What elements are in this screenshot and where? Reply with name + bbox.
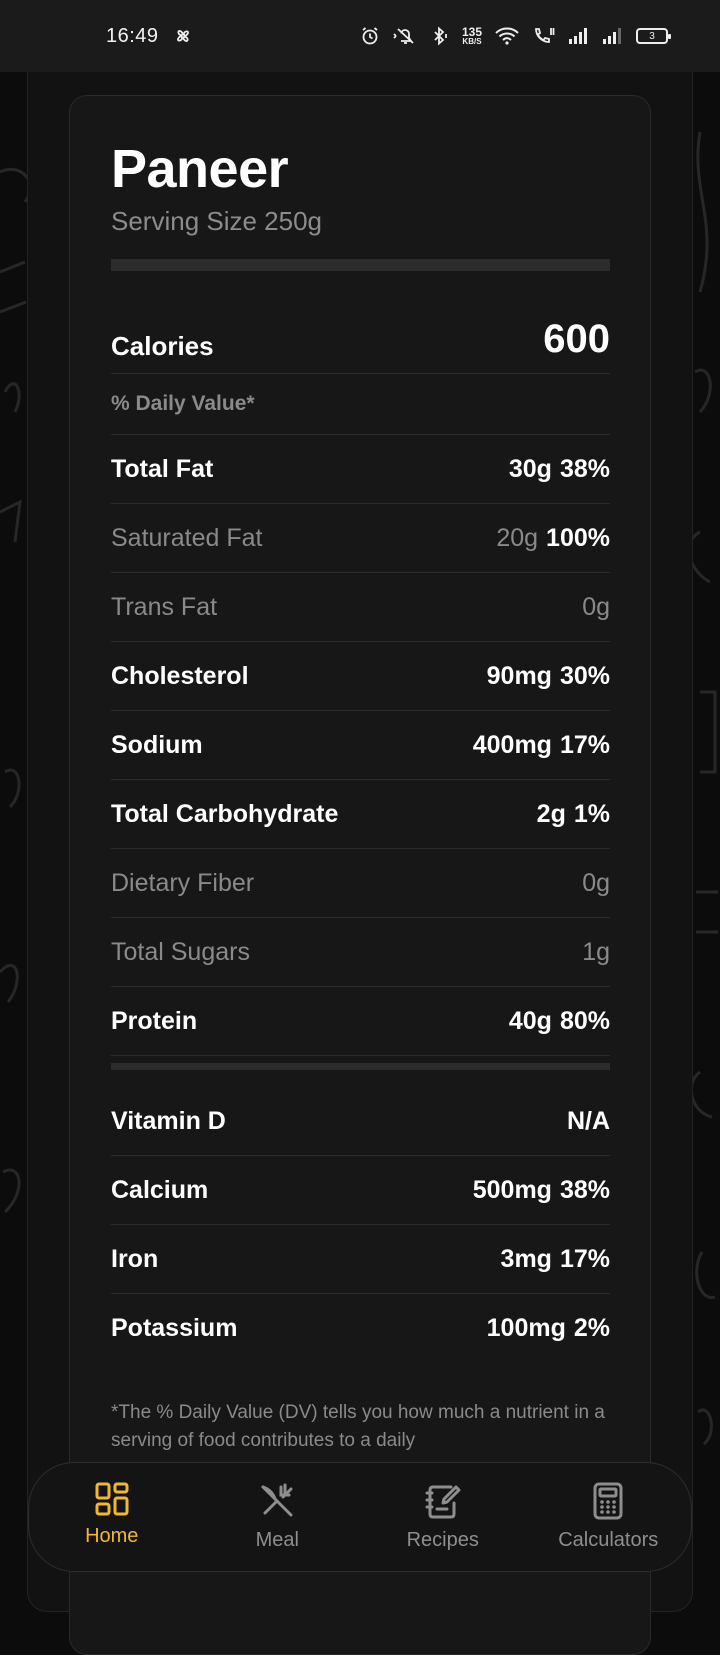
calories-label: Calories [111, 331, 214, 361]
status-bar: 16:49 135 KB/S 3 [0, 0, 720, 72]
vitamin-row-potassium: Potassium 100mg 2% [111, 1294, 610, 1363]
nutrient-label: Protein [111, 1006, 198, 1035]
vitamin-percent: 38% [559, 1175, 610, 1204]
nutrient-row-dietary-fiber: Dietary Fiber 0g [111, 849, 610, 918]
nutrient-label: Cholesterol [111, 661, 249, 690]
calories-value: 600 [543, 317, 610, 361]
nav-home-label: Home [85, 1525, 139, 1547]
vitamin-amount: N/A [566, 1106, 610, 1135]
section-divider [111, 1063, 610, 1070]
bluetooth-icon [430, 26, 450, 46]
mute-icon [392, 26, 418, 46]
nutrient-row-total-fat: Total Fat 30g 38% [111, 435, 610, 504]
alarm-icon [360, 26, 380, 46]
status-time: 16:49 [106, 24, 159, 47]
nutrient-amount: 20g [496, 523, 539, 552]
nutrient-list: Total Fat 30g 38% Saturated Fat 20g 100% T… [111, 435, 610, 1056]
vitamin-row-vitamin-d: Vitamin D N/A [111, 1087, 610, 1156]
nutrient-amount: 2g [536, 799, 566, 828]
nutrient-label: Saturated Fat [111, 523, 263, 552]
nav-recipes-label: Recipes [406, 1529, 479, 1551]
vitamin-list: Vitamin D N/A Calcium 500mg 38% Iron 3mg 1… [111, 1087, 610, 1363]
vitamin-amount: 500mg [472, 1175, 552, 1204]
vitamin-row-iron: Iron 3mg 17% [111, 1225, 610, 1294]
bottom-navigation: Home Meal Recipes Calculators [28, 1462, 692, 1572]
daily-value-header: % Daily Value* [111, 374, 610, 435]
vitamin-label: Calcium [111, 1175, 209, 1204]
nav-recipes[interactable]: Recipes [360, 1463, 526, 1571]
nutrient-amount: 0g [582, 592, 610, 621]
home-grid-icon [95, 1482, 129, 1516]
vitamin-amount: 100mg [486, 1314, 566, 1342]
nutrient-percent: 30% [559, 661, 610, 690]
vitamin-label: Potassium [111, 1314, 238, 1342]
nav-meal[interactable]: Meal [195, 1463, 361, 1571]
nutrient-label: Total Fat [111, 454, 214, 483]
nutrient-row-sodium: Sodium 400mg 17% [111, 711, 610, 780]
calculator-icon [593, 1482, 623, 1520]
fork-knife-icon [261, 1483, 293, 1517]
nutrition-facts-card: Paneer Serving Size 250g Calories 600 % … [69, 95, 651, 1655]
nutrient-amount: 0g [582, 868, 610, 897]
volte-call-icon [532, 26, 556, 46]
nutrient-label: Trans Fat [111, 592, 218, 621]
nutrient-row-total-sugars: Total Sugars 1g [111, 918, 610, 987]
nutrient-percent: 80% [559, 1006, 610, 1035]
nav-calculators-label: Calculators [558, 1529, 659, 1551]
net-speed: 135 KB/S [461, 25, 482, 46]
section-divider [111, 259, 610, 271]
nutrient-amount: 400mg [472, 730, 552, 759]
daily-value-footnote: *The % Daily Value (DV) tells you how mu… [111, 1402, 605, 1451]
nutrient-amount: 90mg [486, 661, 552, 690]
vitamin-percent: 17% [559, 1244, 610, 1273]
nutrient-amount: 40g [508, 1006, 552, 1035]
signal-icon-2 [602, 27, 624, 45]
nutrient-label: Sodium [111, 730, 203, 759]
vitamin-percent: 2% [573, 1314, 610, 1342]
nutrient-percent: 100% [546, 523, 610, 552]
nutrient-row-total-carbohydrate: Total Carbohydrate 2g 1% [111, 780, 610, 849]
nutrient-amount: 1g [582, 937, 610, 966]
serving-size: Serving Size 250g [111, 206, 323, 236]
wifi-icon [494, 26, 520, 46]
nutrient-row-cholesterol: Cholesterol 90mg 30% [111, 642, 610, 711]
nutrient-amount: 30g [508, 454, 552, 483]
nav-meal-label: Meal [255, 1529, 299, 1551]
vitamin-label: Vitamin D [111, 1106, 226, 1135]
food-name: Paneer [111, 139, 289, 199]
vitamin-amount: 3mg [500, 1244, 552, 1273]
vitamin-label: Iron [111, 1244, 159, 1273]
nutrient-percent: 38% [559, 454, 610, 483]
nav-calculators[interactable]: Calculators [526, 1463, 692, 1571]
nav-home[interactable]: Home [29, 1463, 195, 1571]
nutrient-label: Total Carbohydrate [111, 799, 339, 828]
nutrient-percent: 1% [573, 799, 610, 828]
signal-icon-1 [568, 27, 590, 45]
nutrient-label: Total Sugars [111, 937, 250, 966]
nutrient-label: Dietary Fiber [111, 868, 255, 897]
battery-icon: 3 [636, 28, 671, 44]
calories-row: Calories 600 [111, 306, 610, 374]
nutrient-row-saturated-fat: Saturated Fat 20g 100% [111, 504, 610, 573]
recipe-notebook-icon [425, 1485, 461, 1519]
nutrient-percent: 17% [559, 730, 610, 759]
fan-icon [173, 26, 193, 46]
nutrient-row-protein: Protein 40g 80% [111, 987, 610, 1056]
nutrient-row-trans-fat: Trans Fat 0g [111, 573, 610, 642]
vitamin-row-calcium: Calcium 500mg 38% [111, 1156, 610, 1225]
